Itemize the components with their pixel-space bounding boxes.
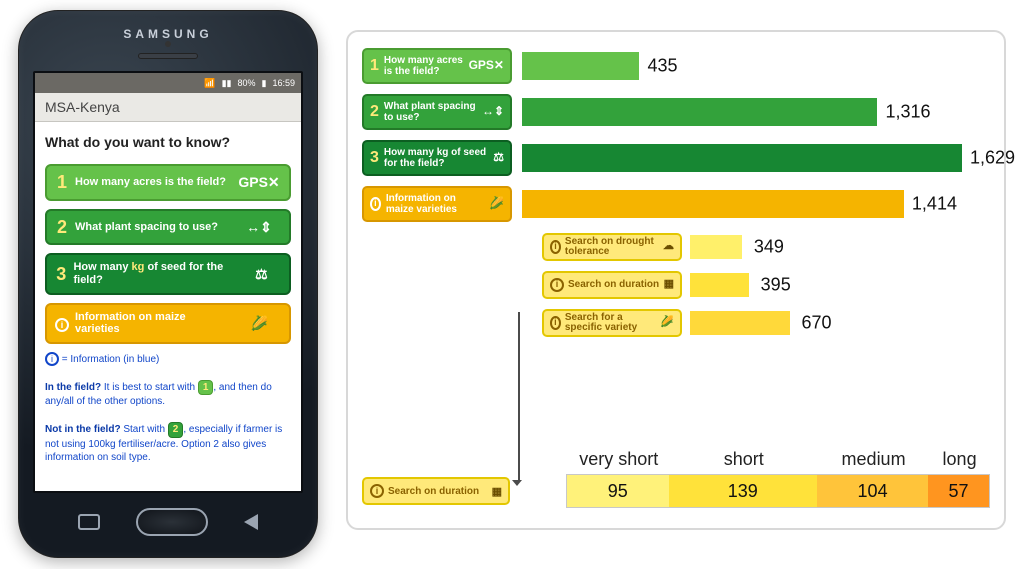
phone-speaker bbox=[138, 53, 198, 59]
recent-apps-key[interactable] bbox=[78, 514, 100, 530]
bar bbox=[522, 144, 962, 172]
option-spacing[interactable]: 2 What plant spacing to use? ↔⇕ bbox=[45, 209, 291, 246]
chart-label-pill[interactable]: 2What plant spacing to use?↔⇕ bbox=[362, 94, 512, 130]
chart-sublabel-pill[interactable]: iSearch on duration▦ bbox=[542, 271, 682, 299]
phone-sensor-dot bbox=[165, 41, 171, 47]
duration-pill[interactable]: i Search on duration ▦ bbox=[362, 477, 510, 505]
phone-screen: 📶 ▮▮ 80% ▮ 16:59 MSA-Kenya What do you w… bbox=[33, 71, 303, 493]
duration-pill-label: Search on duration bbox=[388, 486, 479, 497]
spacing-icon: ↔⇕ bbox=[237, 219, 281, 235]
status-bar: 📶 ▮▮ 80% ▮ 16:59 bbox=[35, 73, 301, 93]
chart-subrow: iSearch on drought tolerance☁ 349 bbox=[542, 230, 990, 264]
duration-bars: 9513910457 bbox=[566, 474, 990, 508]
phone-nav-keys bbox=[19, 501, 317, 543]
chart-row: iInformation on maize varieties🌽 1,414 bbox=[362, 184, 990, 224]
duration-segment: 57 bbox=[928, 475, 989, 507]
option-number: 3 bbox=[55, 264, 67, 285]
battery-label: 80% bbox=[238, 78, 256, 88]
page-heading: What do you want to know? bbox=[45, 134, 291, 150]
chart-label-pill[interactable]: 1How many acres is the field?GPS✕ bbox=[362, 48, 512, 84]
notes-block: i = Information (in blue) In the field? … bbox=[45, 352, 291, 465]
chart-panel: 1How many acres is the field?GPS✕ 435 2Wha… bbox=[346, 30, 1006, 530]
signal-icon: ▮▮ bbox=[222, 78, 232, 89]
sub-bar bbox=[690, 273, 749, 297]
option-maize-info[interactable]: i Information on maize varieties 🌽 bbox=[45, 303, 291, 344]
duration-segment: 139 bbox=[669, 475, 818, 507]
bar bbox=[522, 190, 904, 218]
duration-heading: short bbox=[670, 449, 819, 470]
scale-icon: ⚖ bbox=[242, 266, 281, 282]
note-infield: In the field? bbox=[45, 382, 101, 393]
note-info-eq: = Information (in blue) bbox=[62, 354, 160, 365]
option-number: 1 bbox=[55, 172, 69, 193]
chart-row: 2What plant spacing to use?↔⇕ 1,316 bbox=[362, 92, 990, 132]
info-icon: i bbox=[55, 315, 69, 332]
chart-row: 3How many kg of seed for the field?⚖1,62… bbox=[362, 138, 990, 178]
bar-value: 1,316 bbox=[885, 102, 930, 123]
duration-breakdown: very shortshortmediumlong i Search on du… bbox=[362, 449, 990, 508]
wifi-icon: 📶 bbox=[204, 78, 215, 89]
maize-icon: 🌽 bbox=[238, 315, 282, 331]
chart-row: 1How many acres is the field?GPS✕ 435 bbox=[362, 46, 990, 86]
option-label: How many acres is the field? bbox=[75, 176, 226, 189]
bar-value: 1,629 bbox=[970, 148, 1015, 169]
chip-2: 2 bbox=[168, 422, 184, 438]
chart-subrow: iSearch for a specific variety🌽 670 bbox=[542, 306, 990, 340]
option-number: 2 bbox=[55, 217, 69, 238]
app-body: What do you want to know? 1 How many acr… bbox=[35, 122, 301, 473]
duration-segment: 95 bbox=[567, 475, 669, 507]
phone-mockup: SAMSUNG 📶 ▮▮ 80% ▮ 16:59 MSA-Kenya What … bbox=[18, 10, 318, 558]
phone-brand: SAMSUNG bbox=[19, 11, 317, 41]
option-label: Information on maize varieties bbox=[75, 311, 232, 336]
home-button[interactable] bbox=[136, 508, 208, 536]
bar bbox=[522, 98, 877, 126]
chip-1: 1 bbox=[198, 380, 214, 396]
option-seed-kg[interactable]: 3 How many kg of seed for the field? ⚖ bbox=[45, 253, 291, 294]
back-key[interactable] bbox=[244, 514, 258, 530]
battery-icon: ▮ bbox=[262, 78, 267, 89]
sub-bar-value: 670 bbox=[802, 313, 832, 334]
bar-value: 435 bbox=[647, 56, 677, 77]
option-acres[interactable]: 1 How many acres is the field? GPS✕ bbox=[45, 164, 291, 201]
option-label: How many kg of seed for the field? bbox=[73, 261, 235, 286]
bar bbox=[522, 52, 639, 80]
clock-label: 16:59 bbox=[272, 78, 295, 88]
duration-heading: long bbox=[929, 449, 990, 470]
note-notinfield: Not in the field? bbox=[45, 424, 121, 435]
duration-segment: 104 bbox=[817, 475, 928, 507]
chart-subrow: iSearch on duration▦ 395 bbox=[542, 268, 990, 302]
sub-bar-value: 349 bbox=[754, 237, 784, 258]
app-title-bar: MSA-Kenya bbox=[35, 93, 301, 122]
option-label: What plant spacing to use? bbox=[75, 221, 218, 234]
info-icon: i bbox=[370, 484, 384, 498]
calendar-icon: ▦ bbox=[492, 485, 502, 498]
chart-label-pill[interactable]: 3How many kg of seed for the field?⚖ bbox=[362, 140, 512, 176]
bar-value: 1,414 bbox=[912, 194, 957, 215]
sub-bar-value: 395 bbox=[761, 275, 791, 296]
sub-bar bbox=[690, 235, 742, 259]
duration-heading: very short bbox=[568, 449, 670, 470]
sub-bar bbox=[690, 311, 790, 335]
chart-label-pill[interactable]: iInformation on maize varieties🌽 bbox=[362, 186, 512, 222]
chart-sublabel-pill[interactable]: iSearch for a specific variety🌽 bbox=[542, 309, 682, 337]
gps-icon: GPS✕ bbox=[237, 174, 281, 190]
duration-headings: very shortshortmediumlong bbox=[568, 449, 990, 470]
chart-sublabel-pill[interactable]: iSearch on drought tolerance☁ bbox=[542, 233, 682, 261]
duration-heading: medium bbox=[818, 449, 929, 470]
info-icon: i bbox=[45, 352, 59, 366]
